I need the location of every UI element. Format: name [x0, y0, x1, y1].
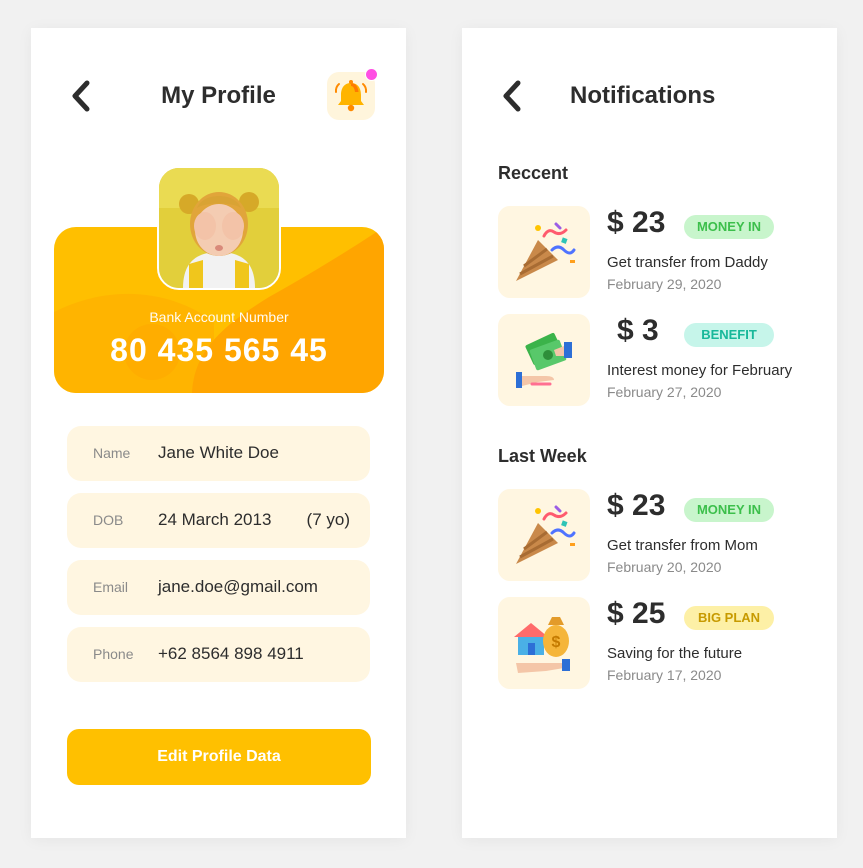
notification-item[interactable]: $ 23 MONEY IN Get transfer from Daddy Fe… — [498, 206, 818, 298]
notification-amount: $ 23 — [607, 489, 666, 522]
notification-bell-button[interactable] — [327, 68, 378, 120]
dob-value: 24 March 2013 — [158, 510, 272, 529]
child-photo — [159, 168, 279, 288]
name-label: Name — [93, 445, 131, 461]
name-field: Name Jane White Doe — [67, 426, 370, 481]
email-value: jane.doe@gmail.com — [158, 577, 318, 596]
money-transfer-icon — [498, 314, 590, 406]
notification-description: Get transfer from Mom — [607, 537, 758, 554]
email-field: Email jane.doe@gmail.com — [67, 560, 370, 615]
house-savings-icon: $ — [498, 597, 590, 689]
profile-screen: My Profile Bank Account Number 80 435 56… — [31, 28, 406, 838]
svg-text:$: $ — [552, 634, 561, 651]
party-popper-icon — [498, 489, 590, 581]
age-value: (7 yo) — [306, 510, 350, 529]
notification-item[interactable]: $ 3 BENEFIT Interest money for February … — [498, 314, 818, 406]
notifications-screen: Notifications Reccent $ 23 MONEY IN Get … — [462, 28, 837, 838]
notification-amount: $ 3 — [617, 314, 659, 347]
page-title: Notifications — [570, 82, 716, 109]
party-popper-icon — [498, 206, 590, 298]
status-badge: MONEY IN — [684, 498, 774, 522]
phone-label: Phone — [93, 646, 134, 662]
phone-value: +62 8564 898 4911 — [158, 644, 304, 663]
notification-item[interactable]: $ 23 MONEY IN Get transfer from Mom Febr… — [498, 489, 818, 581]
notification-amount: $ 23 — [607, 206, 666, 239]
email-label: Email — [93, 579, 129, 595]
name-value: Jane White Doe — [158, 443, 279, 462]
dob-label: DOB — [93, 512, 124, 528]
notification-description: Get transfer from Daddy — [607, 254, 768, 271]
notification-item[interactable]: $ $ 25 BIG PLAN Saving for the future Fe… — [498, 597, 818, 689]
status-badge: MONEY IN — [684, 215, 774, 239]
phone-field: Phone +62 8564 898 4911 — [67, 627, 370, 682]
chevron-left-icon — [503, 80, 521, 112]
dob-field: DOB 24 March 2013 (7 yo) — [67, 493, 370, 548]
notification-date: February 27, 2020 — [607, 384, 722, 400]
notification-amount: $ 25 — [607, 597, 666, 630]
notification-date: February 29, 2020 — [607, 276, 722, 292]
status-badge: BENEFIT — [684, 323, 774, 347]
bank-account-label: Bank Account Number — [149, 309, 289, 325]
notification-description: Saving for the future — [607, 645, 743, 662]
status-badge: BIG PLAN — [684, 606, 774, 630]
notification-dot — [365, 68, 378, 81]
section-title-last-week: Last Week — [498, 446, 587, 466]
edit-profile-button[interactable]: Edit Profile Data — [67, 729, 371, 785]
back-button[interactable] — [498, 78, 528, 114]
bank-account-number: 80 435 565 45 — [110, 332, 328, 368]
notification-description: Interest money for February — [607, 362, 793, 379]
section-title-recent: Reccent — [498, 163, 569, 183]
notification-date: February 17, 2020 — [607, 667, 722, 683]
notification-date: February 20, 2020 — [607, 559, 722, 575]
avatar — [157, 166, 281, 290]
